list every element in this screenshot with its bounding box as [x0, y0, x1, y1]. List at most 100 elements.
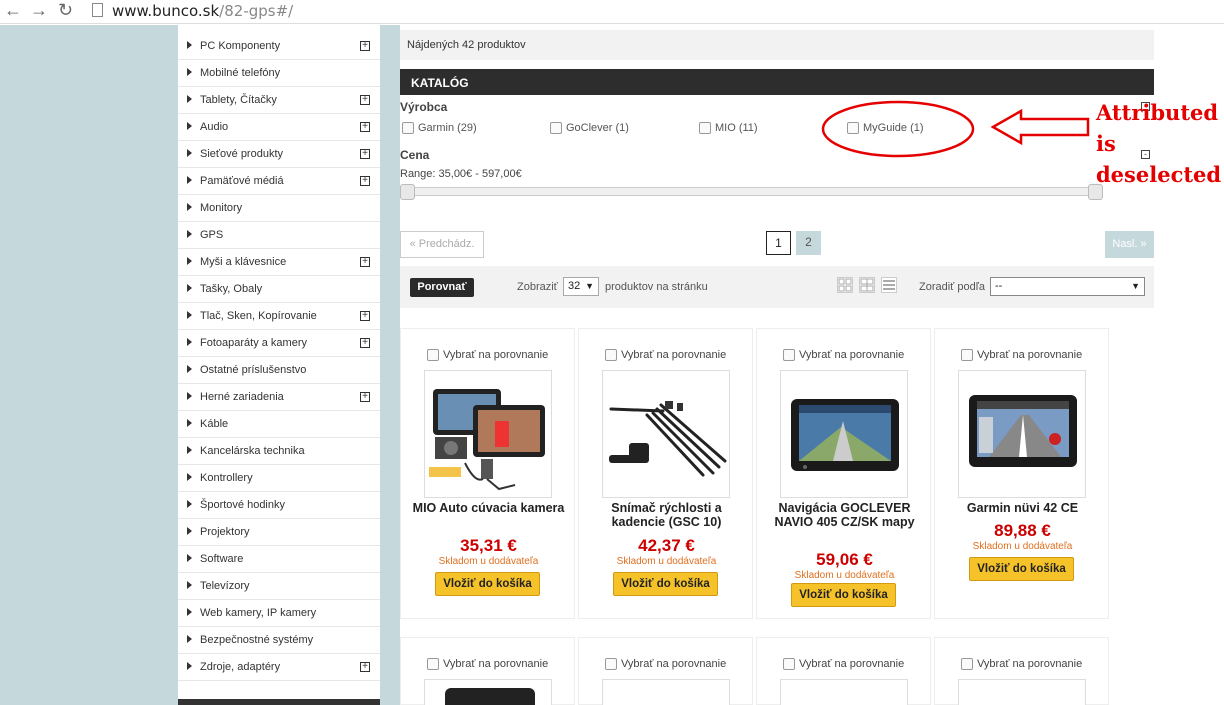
sidebar-category-item[interactable]: Kontrollery: [178, 465, 380, 492]
product-name[interactable]: Navigácia GOCLEVER NAVIO 405 CZ/SK mapy: [765, 501, 924, 529]
compare-option[interactable]: Vybrať na porovnanie: [605, 658, 726, 671]
price-slider-track[interactable]: [403, 187, 1101, 196]
compare-option[interactable]: Vybrať na porovnanie: [961, 349, 1082, 362]
manufacturer-checkbox[interactable]: [402, 122, 414, 135]
product-image[interactable]: [780, 370, 908, 498]
product-name[interactable]: Garmin nüvi 42 CE: [943, 501, 1102, 515]
reload-icon[interactable]: ↻: [58, 1, 73, 19]
sidebar-category-item[interactable]: Televízory: [178, 573, 380, 600]
compare-checkbox[interactable]: [961, 658, 973, 671]
add-to-cart-button[interactable]: Vložiť do košíka: [969, 557, 1074, 581]
caret-right-icon: [187, 473, 192, 481]
compare-option[interactable]: Vybrať na porovnanie: [427, 658, 549, 671]
compare-checkbox[interactable]: [961, 349, 973, 362]
results-count: Nájdených 42 produktov: [407, 39, 526, 51]
address-bar[interactable]: www.bunco.sk/82-gps#/: [112, 2, 293, 20]
next-page-button[interactable]: Nasl. »: [1105, 231, 1154, 258]
expand-plus-icon[interactable]: +: [360, 122, 370, 132]
product-card: Vybrať na porovnanie: [578, 637, 753, 705]
product-name[interactable]: MIO Auto cúvacia kamera: [409, 501, 568, 515]
show-label: Zobraziť: [517, 281, 558, 293]
large-grid-view-icon[interactable]: [859, 277, 875, 293]
expand-plus-icon[interactable]: +: [360, 149, 370, 159]
page-2-button[interactable]: 2: [796, 231, 821, 255]
sidebar-category-item[interactable]: GPS: [178, 222, 380, 249]
sidebar-category-item[interactable]: Tablety, Čítačky +: [178, 87, 380, 114]
compare-checkbox[interactable]: [783, 349, 795, 362]
sidebar-category-item[interactable]: Sieťové produkty +: [178, 141, 380, 168]
add-to-cart-button[interactable]: Vložiť do košíka: [791, 583, 896, 607]
compare-option[interactable]: Vybrať na porovnanie: [427, 349, 548, 362]
compare-button[interactable]: Porovnať: [410, 278, 474, 297]
expand-plus-icon[interactable]: +: [360, 41, 370, 51]
expand-plus-icon[interactable]: +: [360, 176, 370, 186]
expand-plus-icon[interactable]: +: [360, 311, 370, 321]
manufacturer-checkbox[interactable]: [550, 122, 562, 135]
expand-plus-icon[interactable]: +: [360, 662, 370, 672]
sidebar-category-item[interactable]: Tlač, Sken, Kopírovanie +: [178, 303, 380, 330]
product-name[interactable]: Snímač rýchlosti a kadencie (GSC 10): [587, 501, 746, 529]
compare-checkbox[interactable]: [427, 349, 439, 362]
expand-plus-icon[interactable]: +: [360, 392, 370, 402]
product-image[interactable]: [424, 370, 552, 498]
add-to-cart-button[interactable]: Vložiť do košíka: [613, 572, 718, 596]
product-image[interactable]: [780, 679, 908, 705]
grid-view-icon[interactable]: [837, 277, 853, 293]
prev-page-button[interactable]: « Predchádz.: [400, 231, 484, 258]
sidebar-category-item[interactable]: Ostatné príslušenstvo: [178, 357, 380, 384]
sidebar-category-item[interactable]: Audio +: [178, 114, 380, 141]
sidebar-category-item[interactable]: Projektory: [178, 519, 380, 546]
compare-checkbox[interactable]: [605, 349, 617, 362]
compare-option[interactable]: Vybrať na porovnanie: [605, 349, 726, 362]
manufacturer-checkbox[interactable]: [699, 122, 711, 135]
sort-select[interactable]: -- ▼: [990, 277, 1145, 296]
sidebar-category-item[interactable]: Software: [178, 546, 380, 573]
sidebar-category-item[interactable]: Monitory: [178, 195, 380, 222]
expand-plus-icon[interactable]: +: [360, 257, 370, 267]
expand-plus-icon[interactable]: +: [360, 338, 370, 348]
page-1-button[interactable]: 1: [766, 231, 791, 255]
compare-checkbox[interactable]: [605, 658, 617, 671]
sidebar-category-item[interactable]: Zdroje, adaptéry +: [178, 654, 380, 681]
sidebar-category-label: Športové hodinky: [200, 499, 285, 511]
chevron-down-icon: ▼: [1131, 281, 1140, 291]
manufacturer-option[interactable]: Garmin (29): [402, 122, 477, 136]
sidebar-category-item[interactable]: Športové hodinky: [178, 492, 380, 519]
manufacturer-option[interactable]: MIO (11): [699, 122, 758, 136]
page-background-gap: [380, 25, 400, 705]
product-image[interactable]: [424, 679, 552, 705]
sidebar-category-item[interactable]: Tašky, Obaly: [178, 276, 380, 303]
back-arrow-icon[interactable]: ←: [4, 1, 22, 19]
manufacturer-option[interactable]: GoClever (1): [550, 122, 629, 136]
sidebar-category-item[interactable]: PC Komponenty +: [178, 33, 380, 60]
sidebar-category-item[interactable]: Mobilné telefóny: [178, 60, 380, 87]
compare-checkbox[interactable]: [783, 658, 795, 671]
sidebar-category-item[interactable]: Fotoaparáty a kamery +: [178, 330, 380, 357]
list-view-icon[interactable]: [881, 277, 897, 293]
compare-option[interactable]: Vybrať na porovnanie: [783, 349, 904, 362]
sidebar-category-item[interactable]: Bezpečnostné systémy: [178, 627, 380, 654]
forward-arrow-icon[interactable]: →: [30, 1, 48, 19]
expand-plus-icon[interactable]: +: [360, 95, 370, 105]
sidebar-category-item[interactable]: Web kamery, IP kamery: [178, 600, 380, 627]
sidebar-category-item[interactable]: Myši a klávesnice +: [178, 249, 380, 276]
product-image[interactable]: [602, 370, 730, 498]
per-page-select[interactable]: 32 ▼: [563, 277, 599, 296]
caret-right-icon: [187, 230, 192, 238]
product-image[interactable]: [958, 370, 1086, 498]
product-image[interactable]: [602, 679, 730, 705]
product-image[interactable]: [958, 679, 1086, 705]
compare-option[interactable]: Vybrať na porovnanie: [783, 658, 904, 671]
compare-label: Vybrať na porovnanie: [443, 658, 549, 670]
add-to-cart-button[interactable]: Vložiť do košíka: [435, 572, 540, 596]
sidebar-category-label: Kancelárska technika: [200, 445, 305, 457]
sidebar-category-item[interactable]: Kancelárska technika: [178, 438, 380, 465]
sidebar-category-item[interactable]: Herné zariadenia +: [178, 384, 380, 411]
stock-status: Skladom u dodávateľa: [616, 556, 717, 567]
price-slider-min-handle[interactable]: [400, 184, 415, 200]
sidebar-category-item[interactable]: Pamäťové médiá +: [178, 168, 380, 195]
sidebar-category-item[interactable]: Káble: [178, 411, 380, 438]
price-filter-title: Cena: [400, 148, 430, 162]
compare-checkbox[interactable]: [427, 658, 439, 671]
compare-option[interactable]: Vybrať na porovnanie: [961, 658, 1082, 671]
